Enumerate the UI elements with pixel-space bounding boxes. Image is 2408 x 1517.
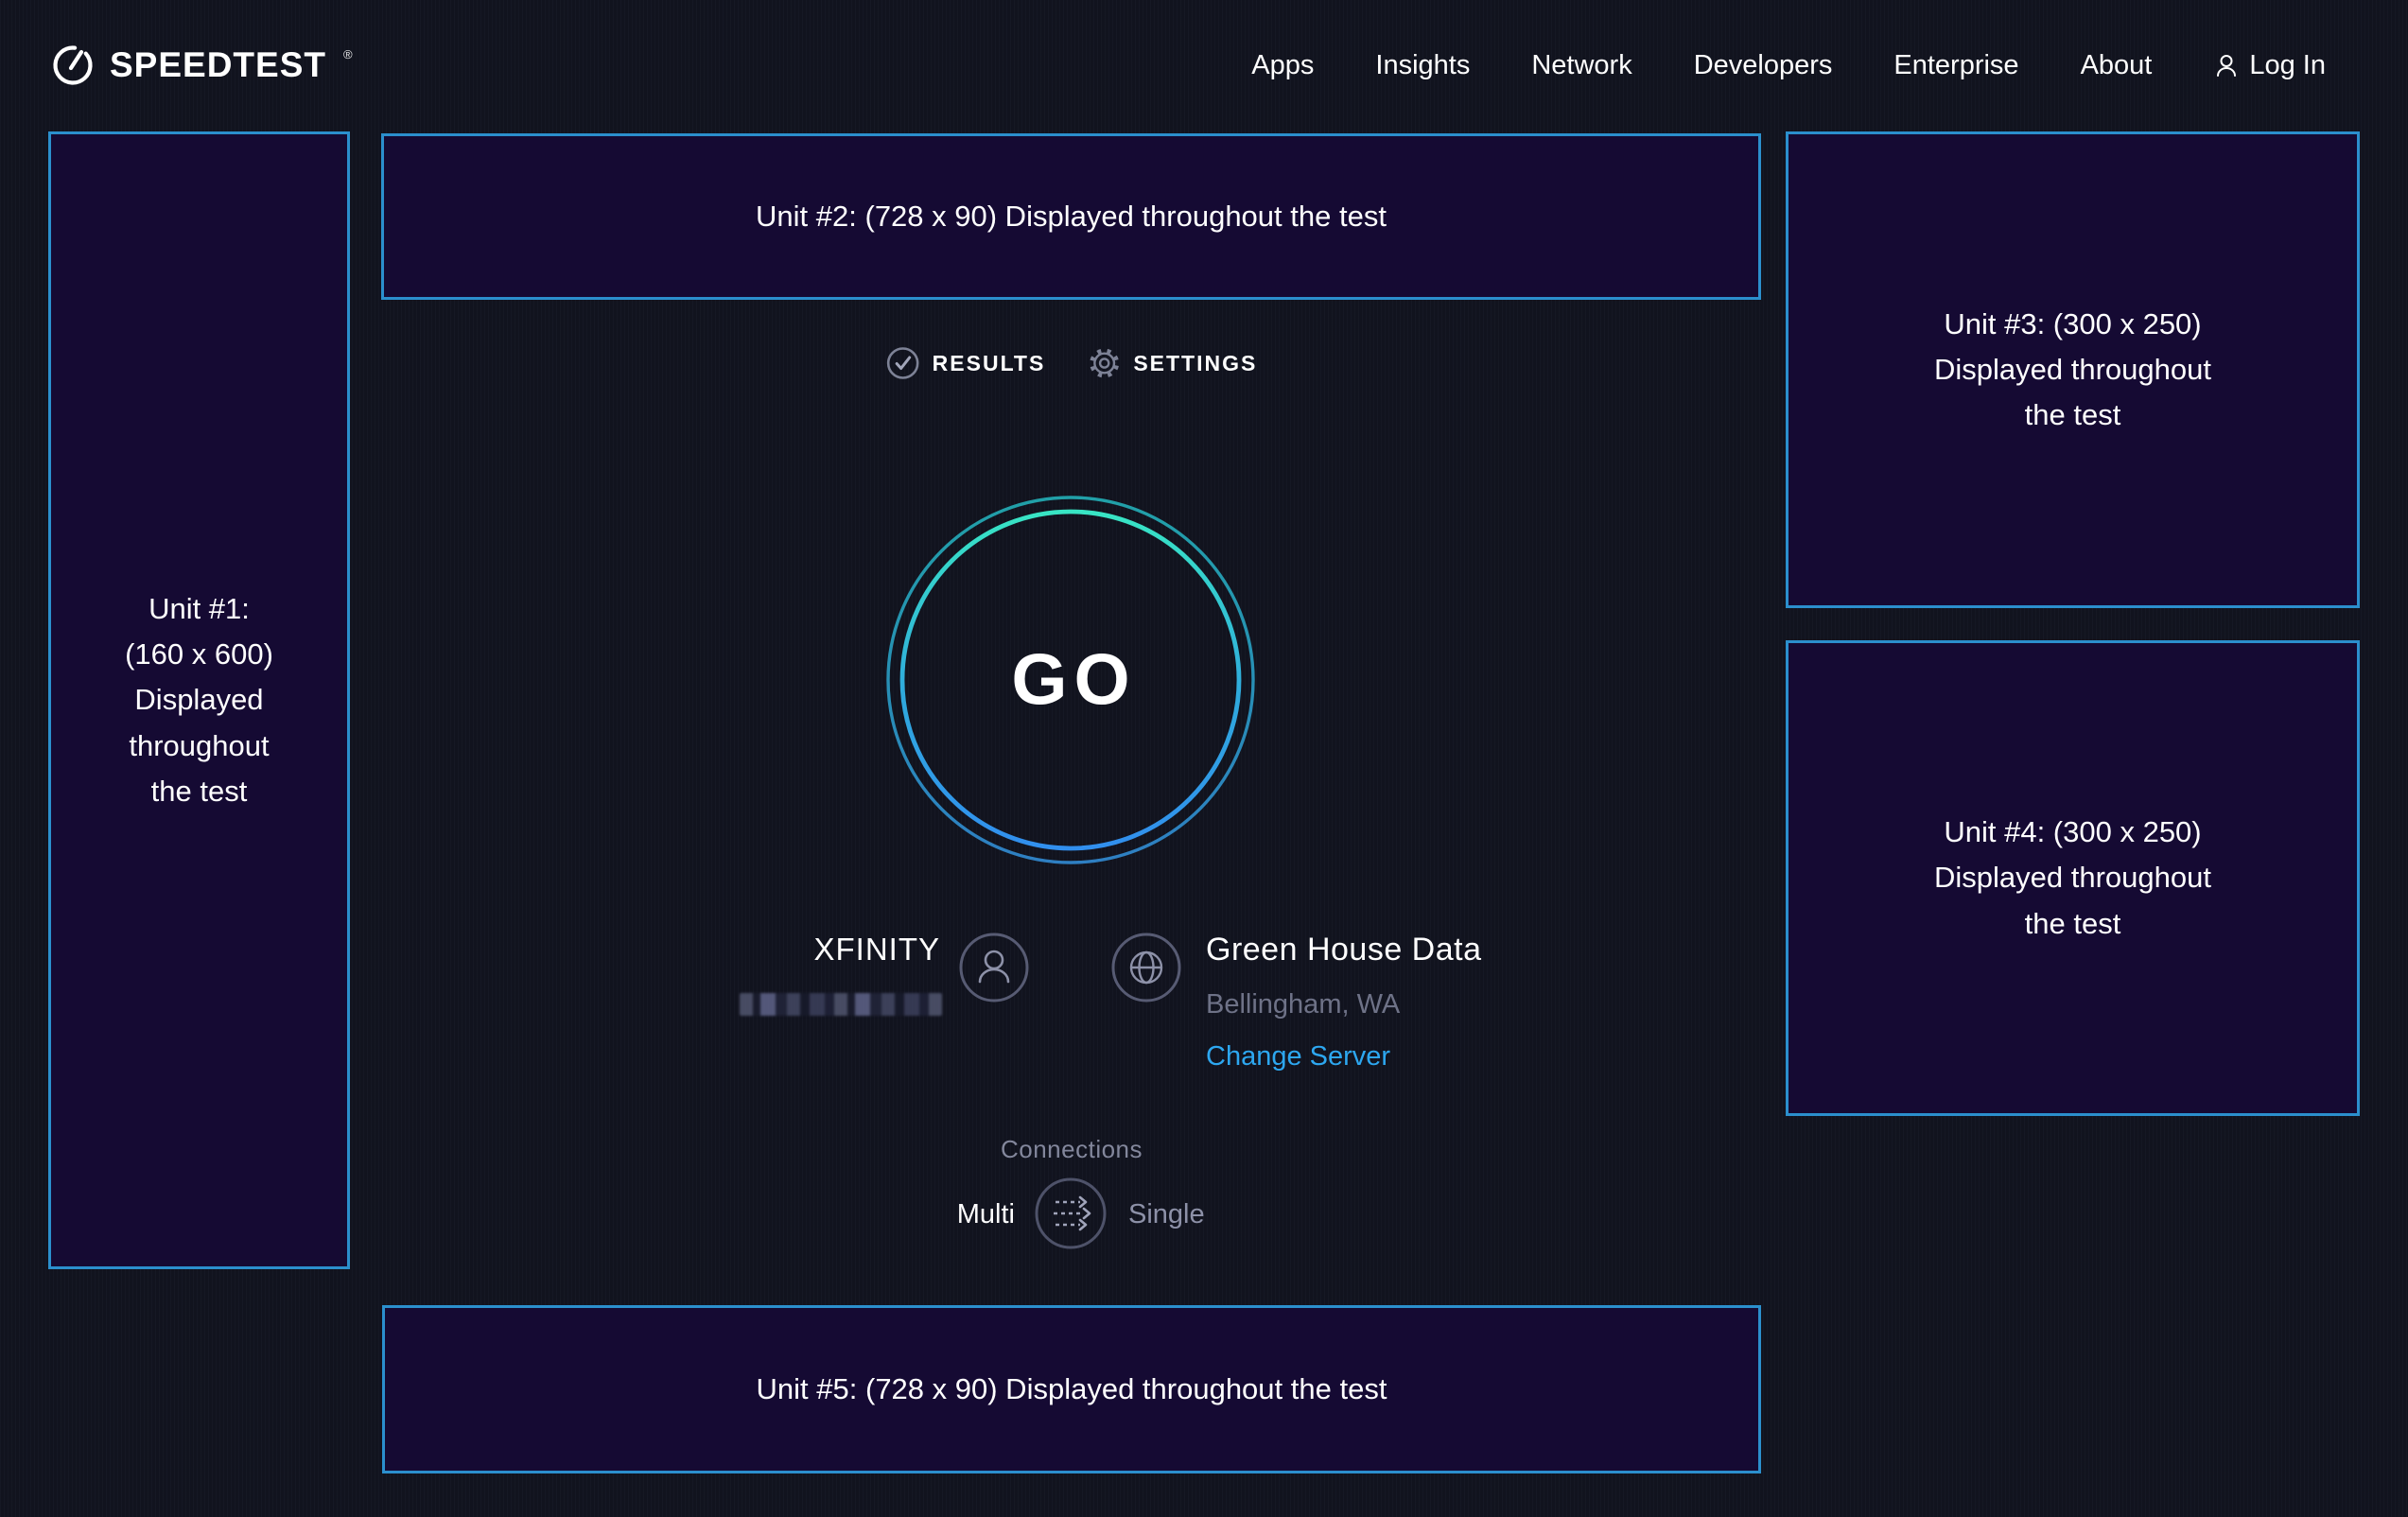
nav-apps[interactable]: Apps bbox=[1251, 50, 1314, 81]
logo-text: SPEEDTEST bbox=[110, 45, 326, 85]
logo-trademark: ® bbox=[343, 47, 353, 61]
ad-unit-1: Unit #1: (160 x 600) Displayed throughou… bbox=[48, 131, 350, 1269]
isp-ip-redacted bbox=[740, 993, 942, 1016]
nav-network[interactable]: Network bbox=[1531, 50, 1632, 81]
speedtest-page: SPEEDTEST ® Apps Insights Network Develo… bbox=[0, 0, 2408, 1517]
ad-unit-4: Unit #4: (300 x 250) Displayed throughou… bbox=[1786, 640, 2360, 1116]
connections-label: Connections bbox=[1001, 1137, 1143, 1161]
login-button[interactable]: Log In bbox=[2213, 50, 2326, 81]
server-globe-icon bbox=[1111, 933, 1181, 1003]
connections-multi-option[interactable]: Multi bbox=[957, 1201, 1015, 1229]
server-location: Bellingham, WA bbox=[1206, 991, 1400, 1019]
tab-results-label: RESULTS bbox=[933, 351, 1046, 376]
tab-settings-label: SETTINGS bbox=[1133, 351, 1257, 376]
connections-toggle[interactable] bbox=[1035, 1177, 1107, 1249]
check-circle-icon bbox=[886, 346, 920, 380]
nav-developers[interactable]: Developers bbox=[1694, 50, 1833, 81]
nav-links: Apps Insights Network Developers Enterpr… bbox=[1251, 50, 2326, 81]
login-label: Log In bbox=[2249, 50, 2326, 81]
logo[interactable]: SPEEDTEST ® bbox=[51, 44, 353, 87]
connections-single-option[interactable]: Single bbox=[1128, 1201, 1205, 1229]
top-nav: SPEEDTEST ® Apps Insights Network Develo… bbox=[0, 0, 2408, 131]
isp-name: XFINITY bbox=[813, 933, 940, 965]
nav-about[interactable]: About bbox=[2081, 50, 2153, 81]
gear-icon bbox=[1087, 346, 1121, 380]
go-label: GO bbox=[1004, 639, 1136, 722]
tabs: RESULTS SETTINGS bbox=[886, 346, 1258, 380]
isp-user-icon bbox=[959, 933, 1029, 1003]
nav-insights[interactable]: Insights bbox=[1375, 50, 1470, 81]
ad-unit-5: Unit #5: (728 x 90) Displayed throughout… bbox=[382, 1305, 1761, 1473]
user-icon bbox=[2213, 52, 2240, 78]
tab-settings[interactable]: SETTINGS bbox=[1087, 346, 1257, 380]
tab-results[interactable]: RESULTS bbox=[886, 346, 1046, 380]
speedometer-icon bbox=[51, 44, 95, 87]
ad-unit-3: Unit #3: (300 x 250) Displayed throughou… bbox=[1786, 131, 2360, 608]
server-name: Green House Data bbox=[1206, 933, 1482, 966]
nav-enterprise[interactable]: Enterprise bbox=[1893, 50, 2018, 81]
go-button[interactable]: GO bbox=[881, 491, 1260, 869]
change-server-link[interactable]: Change Server bbox=[1206, 1043, 1390, 1071]
ad-unit-2: Unit #2: (728 x 90) Displayed throughout… bbox=[381, 133, 1761, 300]
